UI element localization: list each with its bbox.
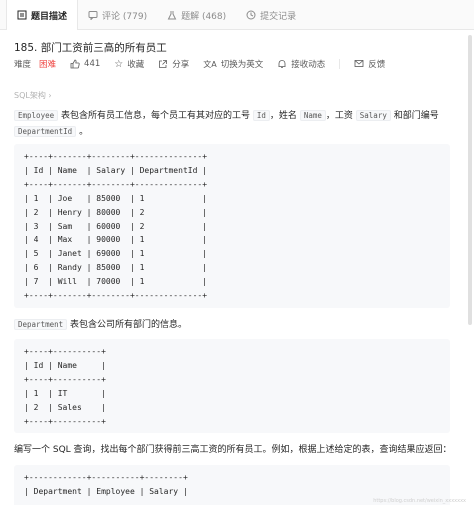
employee-table-code-block: +----+-------+--------+--------------+ |… [14,144,450,308]
document-icon [17,10,27,20]
description-text: 表包含公司所有部门的信息。 [70,320,188,330]
tab-submissions[interactable]: 提交记录 [236,0,306,30]
like-button[interactable]: 441 [70,59,100,69]
department-table-code-block: +----+----------+ | Id | Name | +----+--… [14,339,450,433]
description-text: ，姓名 [269,111,297,121]
share-button[interactable]: 分享 [158,58,189,70]
favorite-label: 收藏 [127,60,145,70]
follow-button[interactable]: 接收动态 [277,58,325,70]
difficulty: 难度 困难 [14,58,56,70]
inline-code: Name [299,110,326,121]
share-label: 分享 [172,60,190,70]
inline-code: Salary [355,110,391,121]
description-text: ，工资 [325,111,353,121]
comment-icon [88,11,98,20]
tab-description[interactable]: 题目描述 [6,0,79,30]
favorite-button[interactable]: ☆ 收藏 [114,58,145,71]
tab-comments[interactable]: 评论 (779) [78,0,157,30]
feedback-icon [354,60,364,67]
problem-description: Employee 表包含所有员工信息，每个员工有其对应的工号 Id ，姓名 Nam… [14,108,454,140]
description-text: 表包含所有员工信息，每个员工有其对应的工号 [61,111,251,121]
history-icon [246,10,256,20]
tab-solutions[interactable]: 题解 (468) [157,0,236,30]
follow-label: 接收动态 [291,60,326,70]
inline-code: Id [252,110,270,121]
description-text: 和部门编号 [393,111,439,121]
feedback-button[interactable]: 反馈 [354,58,385,70]
difficulty-label: 难度 [14,60,32,70]
divider [339,59,341,69]
inline-code: Department [14,319,68,330]
tab-label: 提交记录 [260,11,297,22]
task-description: 编写一个 SQL 查询，找出每个部门获得前三高工资的所有员工。例如，根据上述给定… [14,445,452,455]
thumbs-up-icon [70,59,80,69]
switch-language-button[interactable]: 文A 切换为英文 [203,58,264,71]
inline-code: DepartmentId [14,126,77,137]
switch-language-label: 切换为英文 [220,60,264,70]
like-count: 441 [84,59,101,69]
difficulty-value: 困难 [39,60,57,70]
tab-label: 评论 (779) [102,11,148,22]
problem-title: 185. 部门工资前三高的所有员工 [14,42,167,54]
scrollbar[interactable] [468,35,472,325]
star-icon: ☆ [114,58,124,70]
problem-meta-bar: 难度 困难 441 ☆ 收藏 分享 文A 切换为英文 接收动态 反馈 [14,57,399,71]
inline-code: Employee [14,110,59,121]
sql-schema-link[interactable]: SQL架构 › [14,90,52,101]
tab-bar: 题目描述 评论 (779) 题解 (468) 提交记录 [0,0,474,30]
tab-label: 题解 (468) [181,11,227,22]
department-description: Department 表包含公司所有部门的信息。 [14,317,454,333]
watermark-text: https://blog.csdn.net/weixin_xxxxxxx [373,498,466,504]
tab-label: 题目描述 [31,11,68,22]
bell-icon [278,60,286,68]
translate-icon: 文A [203,59,217,69]
feedback-label: 反馈 [368,60,386,70]
share-icon [159,60,168,68]
description-text: 。 [79,127,89,137]
flask-icon [167,11,177,20]
